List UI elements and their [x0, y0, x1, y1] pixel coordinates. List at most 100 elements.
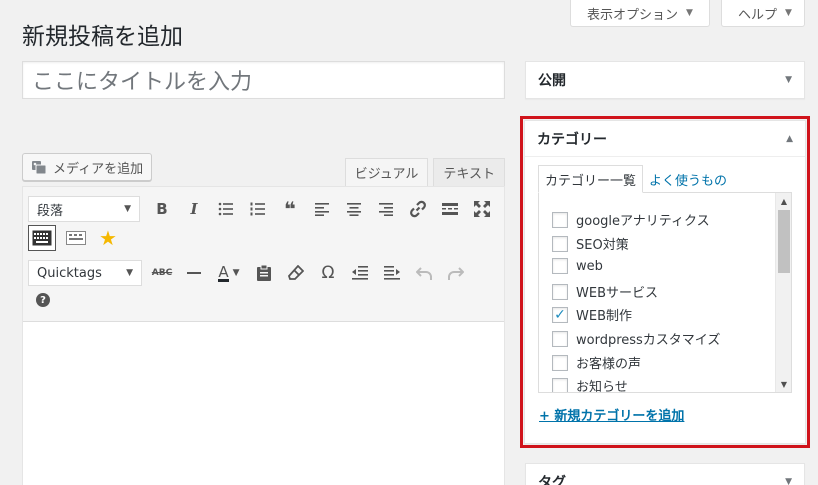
tab-visual[interactable]: ビジュアル — [344, 158, 429, 186]
category-checkbox[interactable] — [552, 258, 568, 274]
caret-down-icon: ▼ — [785, 8, 792, 18]
caret-down-icon: ▼ — [232, 268, 240, 278]
bullet-list-button[interactable] — [210, 195, 242, 223]
category-item[interactable]: ✓ WEB制作 — [552, 305, 632, 324]
editor-content-area[interactable] — [23, 322, 504, 485]
shortcode-button[interactable] — [60, 224, 92, 252]
paste-text-button[interactable] — [248, 259, 280, 287]
add-media-label: メディアを追加 — [53, 161, 144, 177]
horizontal-line-button[interactable] — [178, 259, 210, 287]
read-more-button[interactable] — [434, 195, 466, 223]
tag-box-title: タグ — [538, 475, 566, 485]
category-box-title: カテゴリー — [537, 131, 607, 148]
special-character-button[interactable]: Ω — [312, 259, 344, 287]
editor-mode-tabs: ビジュアル テキスト — [344, 158, 505, 186]
italic-button[interactable]: I — [178, 195, 210, 223]
scroll-down-icon[interactable]: ▼ — [776, 376, 791, 392]
category-item[interactable]: web — [552, 258, 603, 274]
caret-up-icon[interactable]: ▲ — [786, 134, 793, 144]
category-checkbox[interactable] — [552, 235, 568, 252]
category-label: お知らせ — [576, 380, 628, 393]
align-left-button[interactable] — [306, 195, 338, 223]
tab-all-categories[interactable]: カテゴリー一覧 — [538, 165, 644, 193]
text-color-button[interactable]: A ▼ — [210, 259, 248, 287]
numbered-list-button[interactable] — [242, 195, 274, 223]
redo-button[interactable] — [440, 259, 472, 287]
indent-button[interactable] — [376, 259, 408, 287]
insert-link-button[interactable] — [402, 195, 434, 223]
tab-text[interactable]: テキスト — [433, 158, 505, 186]
category-tabs: カテゴリー一覧 よく使うもの — [538, 165, 733, 193]
omega-icon: Ω — [321, 263, 335, 283]
outdent-button[interactable] — [344, 259, 376, 287]
category-checkbox[interactable] — [552, 377, 568, 392]
caret-down-icon[interactable]: ▼ — [785, 477, 792, 485]
category-label: WEB制作 — [576, 309, 632, 324]
read-more-icon — [442, 203, 458, 215]
toolbar-row-2: ★ — [28, 224, 124, 252]
quicktags-select[interactable]: Quicktags ▼ — [28, 260, 142, 286]
category-checkbox[interactable] — [552, 354, 568, 371]
post-title-input[interactable]: ここにタイトルを入力 — [22, 61, 505, 99]
scroll-up-icon[interactable]: ▲ — [776, 193, 791, 209]
category-item[interactable]: お知らせ — [552, 376, 628, 393]
quicktags-select-value: Quicktags — [37, 265, 102, 281]
format-select[interactable]: 段落 ▼ — [28, 196, 140, 222]
category-checkbox[interactable] — [552, 330, 568, 347]
publish-box: 公開 ▼ — [525, 61, 805, 99]
add-media-button[interactable]: メディアを追加 — [22, 153, 153, 181]
link-icon — [410, 200, 426, 218]
fullscreen-icon — [474, 201, 490, 217]
align-center-icon — [347, 203, 361, 216]
strikethrough-button[interactable]: ABC — [146, 259, 178, 287]
help-icon[interactable]: ? — [36, 293, 50, 307]
bullet-list-icon — [218, 202, 233, 216]
category-item[interactable]: お客様の声 — [552, 353, 641, 372]
shortcode-icon — [66, 231, 86, 245]
align-right-button[interactable] — [370, 195, 402, 223]
category-box-header[interactable]: カテゴリー ▲ — [525, 121, 805, 157]
post-title-placeholder: ここにタイトルを入力 — [32, 70, 253, 95]
outdent-icon — [352, 266, 368, 280]
align-right-icon — [379, 203, 393, 216]
caret-down-icon[interactable]: ▼ — [785, 75, 792, 85]
undo-button[interactable] — [408, 259, 440, 287]
keyboard-icon — [32, 230, 52, 246]
indent-icon — [384, 266, 400, 280]
fullscreen-button[interactable] — [466, 195, 498, 223]
toolbar-row-4: ? — [36, 293, 50, 307]
publish-box-header[interactable]: 公開 ▼ — [526, 62, 804, 98]
blockquote-button[interactable]: ❝ — [274, 195, 306, 223]
category-item[interactable]: SEO対策 — [552, 234, 629, 253]
screen-options-button[interactable]: 表示オプション ▼ — [570, 0, 710, 27]
category-item[interactable]: WEBサービス — [552, 282, 658, 301]
favorite-star-icon[interactable]: ★ — [92, 224, 124, 252]
tab-popular-categories[interactable]: よく使うもの — [643, 165, 733, 193]
tag-box: タグ ▼ — [525, 463, 805, 485]
add-new-category-link[interactable]: + 新規カテゴリーを追加 — [539, 405, 684, 424]
bold-button[interactable]: B — [146, 195, 178, 223]
keyboard-toggle-button[interactable] — [28, 225, 56, 251]
category-checkbox[interactable] — [552, 283, 568, 300]
caret-down-icon: ▼ — [124, 204, 131, 214]
align-left-icon — [315, 203, 329, 216]
category-scrollbar[interactable]: ▲ ▼ — [775, 193, 791, 392]
align-center-button[interactable] — [338, 195, 370, 223]
screen-meta-links: 表示オプション ▼ ヘルプ ▼ — [570, 0, 805, 27]
help-label: ヘルプ — [738, 7, 778, 23]
category-checkbox-checked[interactable]: ✓ — [552, 306, 568, 323]
category-label: お客様の声 — [576, 357, 642, 372]
category-item[interactable]: googleアナリティクス — [552, 210, 710, 229]
tag-box-header[interactable]: タグ ▼ — [526, 464, 804, 485]
category-item[interactable]: wordpressカスタマイズ — [552, 329, 720, 348]
clear-formatting-button[interactable] — [280, 259, 312, 287]
toolbar-row-1: 段落 ▼ B I ❝ — [28, 195, 498, 223]
numbered-list-icon — [250, 202, 265, 216]
media-icon — [31, 159, 47, 175]
caret-down-icon: ▼ — [686, 8, 693, 18]
category-checkbox[interactable] — [552, 211, 568, 228]
scrollbar-thumb[interactable] — [778, 210, 790, 273]
redo-icon — [448, 267, 464, 280]
caret-down-icon: ▼ — [126, 268, 133, 278]
help-button[interactable]: ヘルプ ▼ — [721, 0, 805, 27]
